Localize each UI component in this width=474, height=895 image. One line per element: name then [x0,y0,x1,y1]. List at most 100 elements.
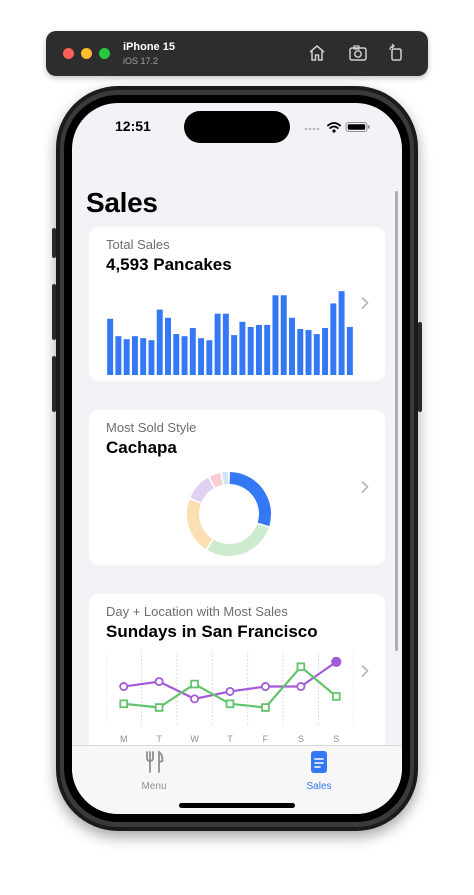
series-point [154,703,164,712]
sales-bar [330,303,337,375]
sales-bar [239,321,246,375]
wifi-icon [327,122,341,133]
phone-screen: 12:51 Sales Total Sales 4,593 Pancakes M… [72,103,402,814]
screenshot-icon [349,45,367,61]
os-version: iOS 17.2 [123,56,159,66]
x-tick-label: W [190,734,199,744]
sales-bar [115,336,122,375]
sales-bar [189,327,196,375]
rotate-button[interactable] [386,43,406,63]
fork-knife-icon [146,750,164,773]
donut-slice [209,472,223,488]
sales-bar [255,324,262,375]
sales-bar [305,330,312,375]
sales-bar [338,291,345,375]
best-day-value: Sundays in San Francisco [106,622,318,641]
home-button[interactable] [307,43,327,63]
action-button [52,228,56,258]
sales-bar [289,317,295,375]
x-tick-label: S [333,734,339,744]
sales-bar [214,313,221,375]
scroll-indicator[interactable] [395,191,398,651]
donut-slice [187,499,213,549]
series-point [260,682,270,692]
x-tick-label: S [298,734,304,744]
x-tick-label: T [156,734,162,744]
sales-bar [272,295,279,375]
most-sold-style-card[interactable]: Most Sold Style Cachapa [89,410,385,565]
best-day-location-card[interactable]: Day + Location with Most Sales Sundays i… [89,594,385,764]
sales-bar [280,295,287,375]
sales-bar [322,327,329,375]
home-icon [309,45,325,61]
sales-bar [247,326,254,375]
chevron-right-icon [361,297,369,309]
series-point [190,694,200,704]
series-point [119,682,129,692]
sales-bar [222,313,229,375]
series-point [296,682,306,692]
series-point [261,703,270,712]
sales-bar [206,340,213,375]
series-point [296,662,306,672]
sales-bar [346,326,353,375]
most-sold-label: Most Sold Style [106,420,197,435]
sales-bar [264,324,271,375]
total-sales-card[interactable]: Total Sales 4,593 Pancakes [89,227,385,381]
close-window-button[interactable] [63,48,74,59]
home-indicator [179,803,295,808]
sales-bar [148,340,155,375]
series-point [225,686,235,696]
sales-bar [131,336,138,375]
style-donut-chart [187,472,271,556]
battery-icon [345,122,370,132]
rotate-icon [389,43,402,61]
minimize-window-button[interactable] [81,48,92,59]
donut-slice [207,523,269,556]
stage: iPhone 15 iOS 17.2 12:51 Sales Total Sal… [0,0,474,895]
donut-slice [190,477,215,503]
chevron-right-icon [361,481,369,493]
series-point [225,699,235,709]
sales-bar [107,318,114,375]
x-tick-label: F [263,734,269,744]
x-tick-label: T [227,734,233,744]
donut-slice [229,472,271,527]
volume-up-button [52,284,56,340]
status-time: 12:51 [115,118,151,134]
sales-bar [297,329,304,375]
sales-bar [165,317,171,375]
dynamic-island [184,111,290,143]
volume-down-button [52,356,56,412]
simulator-title-bar: iPhone 15 iOS 17.2 [46,31,428,76]
series-point [331,656,342,667]
total-sales-label: Total Sales [106,237,170,252]
series-point [190,679,199,689]
most-sold-value: Cachapa [106,438,177,457]
series-point [119,699,129,709]
best-day-label: Day + Location with Most Sales [106,604,288,619]
zoom-window-button[interactable] [99,48,110,59]
sales-bar [173,334,180,375]
sales-bar [181,336,188,375]
sales-bar [198,338,205,375]
device-name: iPhone 15 [123,41,175,53]
sales-bar-chart [107,291,353,375]
tab-menu[interactable]: Menu [114,750,194,792]
sales-bar [231,335,238,375]
series-point [331,692,341,701]
tab-menu-label: Menu [141,781,167,792]
sales-bar [313,334,320,375]
series-point [154,677,164,687]
document-icon [311,751,327,773]
chevron-right-icon [361,665,369,677]
screenshot-button[interactable] [348,43,368,63]
page-title: Sales [86,187,158,218]
power-button [418,322,422,412]
cellular-signal-icon [304,127,320,131]
tab-sales-label: Sales [306,781,332,792]
tab-sales[interactable]: Sales [279,750,359,792]
weekday-line-chart: MTWTFSS [106,652,354,744]
total-sales-value: 4,593 Pancakes [106,255,232,274]
x-tick-label: M [120,734,128,744]
